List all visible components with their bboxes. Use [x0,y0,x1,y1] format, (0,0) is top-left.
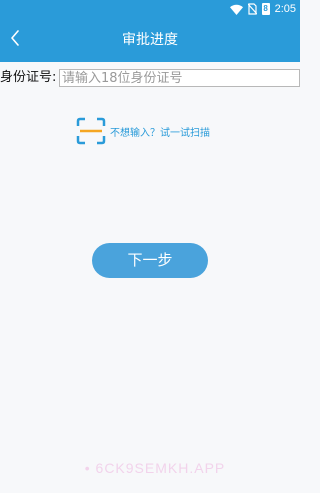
watermark: • 6CK9SEMKH.APP [84,460,226,476]
app-bar: 审批进度 [0,18,300,62]
next-step-button[interactable]: 下一步 [92,243,208,278]
wifi-icon [229,4,243,15]
battery-icon: 8 [261,3,270,15]
scan-link[interactable]: 不想输入？试一试扫描 [76,116,210,146]
status-time: 2:05 [274,3,296,15]
page-title: 审批进度 [122,32,178,48]
id-number-row: 身份证号: [0,68,300,88]
id-number-label: 身份证号: [0,70,57,85]
scan-frame-icon [76,117,106,145]
id-number-input[interactable] [59,69,300,87]
watermark-text: 6CK9SEMKH.APP [95,460,226,476]
status-icons: 8 2:05 [229,2,296,16]
chevron-left-icon [10,30,20,50]
status-bar: 8 2:05 [0,0,300,18]
no-sim-icon [247,3,257,15]
back-button[interactable] [4,26,26,54]
scan-link-text: 不想输入？试一试扫描 [110,127,210,139]
